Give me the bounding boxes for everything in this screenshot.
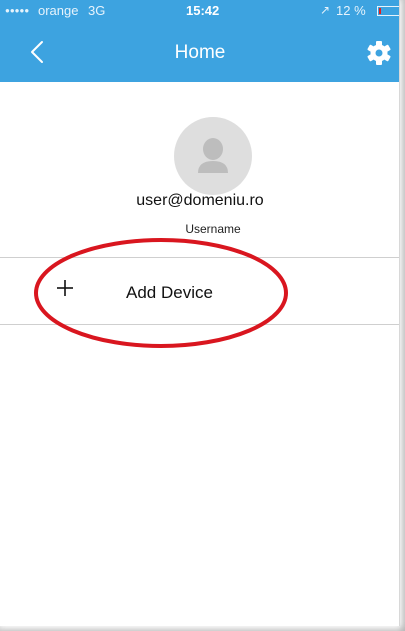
battery-level [379, 8, 381, 14]
top-bar: ●●●●● orange 3G 15:42 ↗ 12 % Home [0, 0, 399, 82]
avatar[interactable] [174, 117, 252, 195]
network-type: 3G [88, 3, 106, 18]
carrier-name: orange [38, 3, 79, 18]
page-title: Home [174, 42, 226, 63]
divider [0, 324, 399, 325]
settings-button[interactable] [364, 38, 394, 68]
app-screen: ●●●●● orange 3G 15:42 ↗ 12 % Home user@d… [0, 0, 400, 626]
user-email: user@domeniu.ro [136, 192, 264, 209]
back-button[interactable] [24, 32, 64, 72]
battery-percent: 12 % [336, 3, 366, 18]
status-bar: ●●●●● orange 3G 15:42 ↗ 12 % [0, 0, 399, 22]
screenshot-frame: ●●●●● orange 3G 15:42 ↗ 12 % Home user@d… [0, 0, 405, 631]
gear-icon [367, 41, 391, 65]
plus-icon [57, 280, 73, 296]
signal-strength-icon: ●●●●● [5, 6, 30, 15]
chevron-left-icon [31, 41, 43, 63]
add-device-button[interactable]: Add Device [0, 258, 399, 324]
add-device-label: Add Device [126, 283, 213, 302]
battery-icon [377, 6, 399, 16]
location-arrow-icon: ↗ [320, 3, 331, 17]
status-time: 15:42 [186, 3, 220, 18]
username-label: Username [185, 222, 241, 236]
user-silhouette-icon [198, 138, 228, 173]
nav-bar: Home [0, 22, 399, 82]
